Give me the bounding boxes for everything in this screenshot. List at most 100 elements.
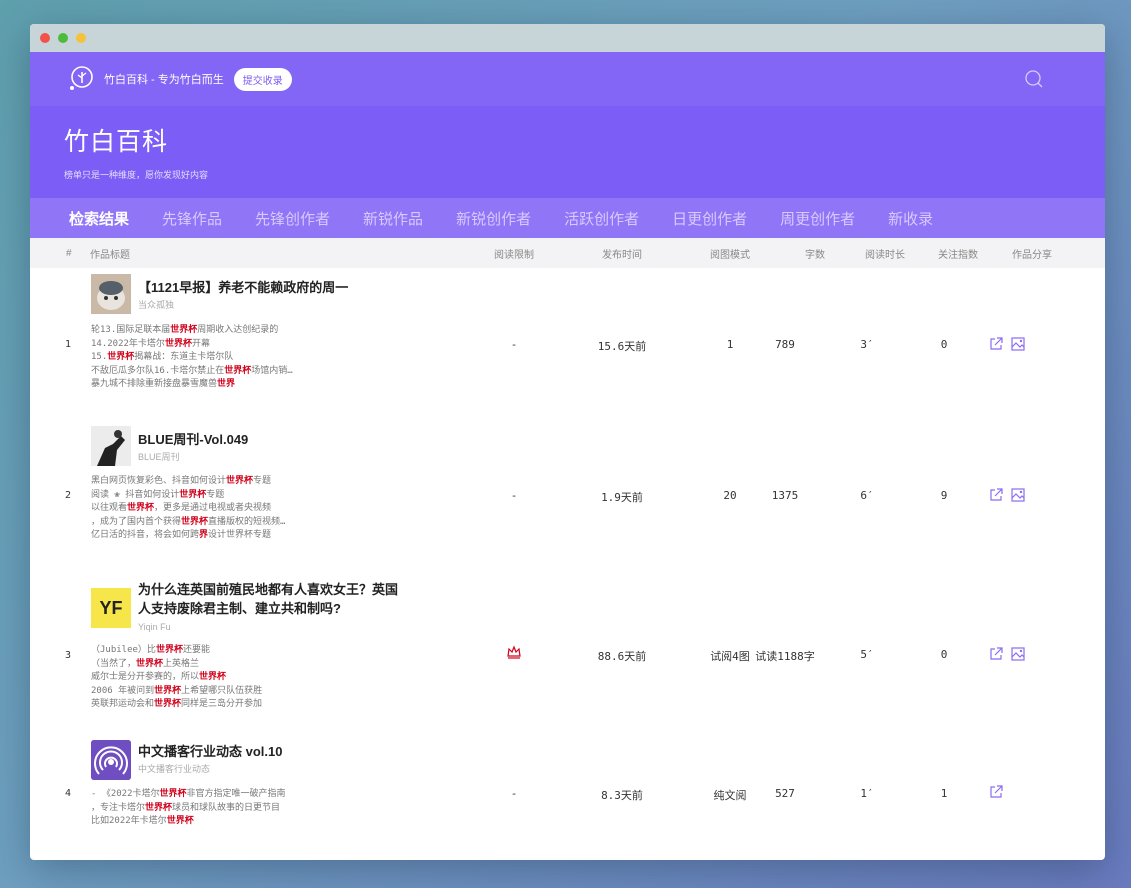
external-link-icon[interactable] [988, 646, 1004, 666]
excerpt-line: （当然了，世界杯上英格兰 [91, 658, 200, 669]
work-title[interactable]: 中文播客行业动态 vol.10 [138, 742, 282, 761]
maximize-window-button[interactable] [58, 33, 68, 43]
word-count: 1375 [771, 489, 799, 502]
header-follow-index: 关注指数 [938, 249, 978, 261]
table-row: YF 为什么连英国前殖民地都有人喜欢女王？英国 人支持废除君主制、建立共和制吗?… [30, 568, 1105, 728]
word-count: 527 [775, 787, 795, 800]
excerpt-line: 15.世界杯揭幕战：东道主卡塔尔队 [91, 352, 234, 363]
excerpt-line: ，成为了国内首个获得世界杯直播版权的短视频… [91, 516, 286, 527]
follow-index: 0 [940, 338, 948, 351]
excerpt-line: 以往观看世界杯，更多是通过电视或者央视频 [91, 503, 272, 514]
publish-time: 1.9天前 [601, 491, 643, 504]
tab-pioneer-works[interactable]: 先锋作品 [162, 208, 222, 229]
search-icon[interactable] [1023, 68, 1045, 94]
close-window-button[interactable] [40, 33, 50, 43]
tab-new-listings[interactable]: 新收录 [888, 208, 933, 229]
page-title: 竹白百科 [64, 128, 169, 156]
external-link-icon[interactable] [988, 487, 1004, 507]
external-link-icon[interactable] [988, 336, 1004, 356]
tab-active-creators[interactable]: 活跃创作者 [564, 208, 639, 229]
work-title[interactable]: 为什么连英国前殖民地都有人喜欢女王？英国 人支持废除君主制、建立共和制吗? [138, 580, 398, 618]
work-title[interactable]: BLUE周刊-Vol.049 [138, 430, 248, 449]
submit-button[interactable]: 提交收录 [233, 67, 292, 91]
excerpt-line: 阅读 ❀ 抖音如何设计世界杯专题 [91, 489, 225, 500]
follow-index: 0 [940, 648, 948, 661]
excerpt-line: 2006 年被问到世界杯上希望哪只队伍获胜 [91, 685, 263, 696]
avatar[interactable] [91, 426, 131, 466]
publish-time: 15.6天前 [597, 340, 647, 353]
author-name[interactable]: BLUE周刊 [138, 450, 180, 463]
excerpt-line: 不敌厄瓜多尔队16.卡塔尔禁止在世界杯场馆内销… [91, 365, 293, 376]
tab-search-results[interactable]: 检索结果 [69, 208, 129, 229]
image-share-icon[interactable] [1010, 336, 1026, 356]
minimize-window-button[interactable] [76, 33, 86, 43]
excerpt-line: 14.2022年卡塔尔世界杯开幕 [91, 338, 210, 349]
follow-index: 9 [940, 489, 948, 502]
author-name[interactable]: Yiqin Fu [138, 622, 171, 632]
author-name[interactable]: 中文播客行业动态 [138, 762, 210, 775]
word-count: 试读1188字 [755, 650, 815, 663]
share-actions [988, 646, 1026, 666]
excerpt: 黑白网页恢复彩色、抖音如何设计世界杯专题 阅读 ❀ 抖音如何设计世界杯专题 以往… [91, 475, 285, 543]
table-header: # 作品标题 阅读限制 发布时间 阅图模式 字数 阅读时长 关注指数 作品分享 [30, 238, 1105, 268]
row-number: 3 [65, 650, 72, 661]
table-row: BLUE周刊-Vol.049 BLUE周刊 黑白网页恢复彩色、抖音如何设计世界杯… [30, 418, 1105, 568]
table-row: 【1121早报】养老不能赖政府的周一 当众孤独 轮13.国际足联本届世界杯周期收… [30, 268, 1105, 428]
excerpt-line: 威尔士是分开参赛的，所以世界杯 [91, 672, 227, 683]
excerpt: - 《2022卡塔尔世界杯非官方指定唯一破产指南 ，专注卡塔尔世界杯球员和球队故… [91, 788, 286, 829]
excerpt-line: - 《2022卡塔尔世界杯非官方指定唯一破产指南 [91, 789, 286, 799]
publish-time: 88.6天前 [597, 650, 647, 663]
excerpt-line: 比如2022年卡塔尔世界杯 [91, 816, 194, 827]
work-title[interactable]: 【1121早报】养老不能赖政府的周一 [138, 278, 348, 297]
browser-window: 竹白百科 - 专为竹白而生 提交收录 竹白百科 榜单只是一种维度，愿你发现好内容… [30, 24, 1105, 860]
excerpt-line: 暴九城不排除重新接盘暴雪魔兽世界 [91, 379, 236, 390]
row-number: 1 [65, 339, 72, 350]
header-read-mode: 阅图模式 [710, 249, 750, 261]
excerpt-line: 亿日活的抖音，将会如何跨界设计世界杯专题 [91, 530, 272, 541]
avatar[interactable] [91, 740, 131, 780]
author-name[interactable]: 当众孤独 [138, 298, 174, 311]
hero-banner: 竹白百科 榜单只是一种维度，愿你发现好内容 [30, 106, 1105, 198]
excerpt: （Jubilee）比世界杯还要能 （当然了，世界杯上英格兰 威尔士是分开参赛的，… [91, 644, 262, 712]
window-titlebar [30, 24, 1105, 52]
image-share-icon[interactable] [1010, 487, 1026, 507]
read-duration: 3′ [860, 338, 874, 351]
header-num: # [66, 247, 72, 259]
bamboo-logo-icon[interactable] [64, 62, 98, 96]
share-actions [988, 784, 1004, 804]
excerpt-line: 黑白网页恢复彩色、抖音如何设计世界杯专题 [91, 476, 272, 486]
share-actions [988, 487, 1026, 507]
read-limit: - [510, 787, 518, 800]
external-link-icon[interactable] [988, 784, 1004, 804]
read-limit: - [510, 489, 518, 502]
excerpt-line: 英联邦运动会和世界杯同样是三岛分开参加 [91, 699, 263, 710]
tab-new-works[interactable]: 新锐作品 [363, 208, 423, 229]
read-limit: - [510, 338, 518, 351]
header-read-duration: 阅读时长 [865, 249, 905, 261]
excerpt-line: ，专注卡塔尔世界杯球员和球队故事的日更节目 [91, 802, 281, 813]
avatar[interactable]: YF [91, 588, 131, 628]
follow-index: 1 [940, 787, 948, 800]
row-number: 2 [65, 490, 72, 501]
table-row: 中文播客行业动态 vol.10 中文播客行业动态 - 《2022卡塔尔世界杯非官… [30, 738, 1105, 848]
tab-pioneer-creators[interactable]: 先锋创作者 [255, 208, 330, 229]
avatar[interactable] [91, 274, 131, 314]
tab-new-creators[interactable]: 新锐创作者 [456, 208, 531, 229]
read-duration: 1′ [860, 787, 874, 800]
header-title: 作品标题 [90, 249, 130, 261]
header-read-limit: 阅读限制 [494, 249, 534, 261]
avatar-initials: YF [99, 597, 123, 618]
tab-weekly-creators[interactable]: 周更创作者 [780, 208, 855, 229]
page-subtitle: 榜单只是一种维度，愿你发现好内容 [64, 170, 209, 180]
header-words: 字数 [805, 249, 825, 261]
site-name[interactable]: 竹白百科 - 专为竹白而生 [104, 71, 224, 87]
publish-time: 8.3天前 [601, 789, 643, 802]
word-count: 789 [775, 338, 795, 351]
top-navbar: 竹白百科 - 专为竹白而生 提交收录 [30, 52, 1105, 106]
excerpt-line: （Jubilee）比世界杯还要能 [91, 645, 210, 655]
image-share-icon[interactable] [1010, 646, 1026, 666]
ranking-tabs: 检索结果 先锋作品 先锋创作者 新锐作品 新锐创作者 活跃创作者 日更创作者 周… [30, 198, 1105, 238]
tab-daily-creators[interactable]: 日更创作者 [672, 208, 747, 229]
header-publish-time: 发布时间 [602, 249, 642, 261]
share-actions [988, 336, 1026, 356]
